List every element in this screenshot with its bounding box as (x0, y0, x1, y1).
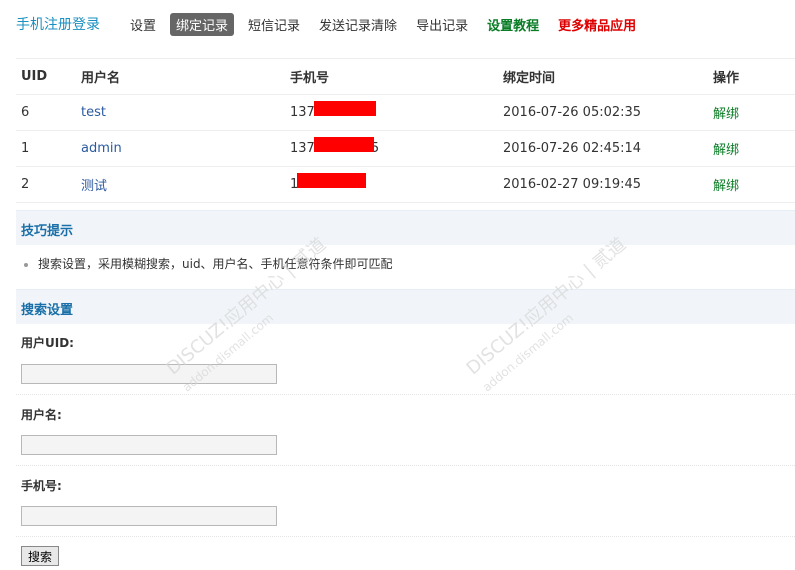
cell-phone: 137 5 (285, 130, 498, 167)
username-input[interactable] (21, 435, 277, 455)
tab-bind-records[interactable]: 绑定记录 (170, 12, 235, 36)
uid-label: 用户UID: (21, 336, 74, 350)
cell-uid: 6 (16, 94, 76, 131)
tab-more-apps[interactable]: 更多精品应用 (553, 13, 641, 36)
cell-action: 解绑 (708, 94, 795, 131)
column-header-action: 操作 (708, 58, 795, 95)
unbind-link[interactable]: 解绑 (713, 107, 739, 122)
uid-input[interactable] (21, 364, 277, 384)
unbind-link[interactable]: 解绑 (713, 179, 739, 194)
divider (16, 394, 795, 395)
phone-prefix: 137 (290, 141, 315, 156)
tab-export-records[interactable]: 导出记录 (411, 13, 473, 36)
unbind-link[interactable]: 解绑 (713, 143, 739, 158)
cell-bind-time: 2016-07-26 02:45:14 (498, 130, 708, 167)
username-label: 用户名: (21, 408, 62, 422)
app-title: 手机注册登录 (16, 17, 100, 33)
search-title: 搜索设置 (21, 303, 74, 318)
column-header-uid: UID (16, 58, 76, 95)
search-button[interactable]: 搜索 (21, 546, 60, 566)
cell-username: admin (76, 130, 285, 167)
tip-item: 搜索设置，采用模糊搜索，uid、用户名、手机任意符条件即可匹配 (24, 255, 393, 272)
phone-number: 137 5 (290, 137, 379, 156)
cell-bind-time: 2016-07-26 05:02:35 (498, 94, 708, 131)
cell-action: 解绑 (708, 166, 795, 203)
tab-settings[interactable]: 设置 (125, 13, 161, 36)
redaction-mask (297, 173, 366, 188)
phone-input[interactable] (21, 506, 277, 526)
column-header-phone: 手机号 (285, 58, 498, 95)
phone-label: 手机号: (21, 479, 62, 493)
table-row: 1 admin 137 5 2016-07-26 02:45:14 解绑 (16, 130, 795, 167)
phone-number: 137 (290, 101, 376, 120)
phone-number: 1 (290, 173, 366, 192)
table-header-row: UID 用户名 手机号 绑定时间 操作 (16, 58, 795, 95)
tip-text: 搜索设置，采用模糊搜索，uid、用户名、手机任意符条件即可匹配 (38, 257, 393, 271)
cell-uid: 1 (16, 130, 76, 167)
tab-sms-records[interactable]: 短信记录 (243, 13, 305, 36)
tab-setup-tutorial[interactable]: 设置教程 (482, 13, 544, 36)
cell-phone: 137 (285, 94, 498, 131)
top-navigation: 手机注册登录 设置 绑定记录 短信记录 发送记录清除 导出记录 设置教程 更多精… (0, 0, 795, 46)
cell-action: 解绑 (708, 130, 795, 167)
redaction-mask (314, 137, 374, 152)
cell-username: 测试 (76, 166, 285, 203)
table-row: 2 测试 1 2016-02-27 09:19:45 解绑 (16, 166, 795, 203)
username-link[interactable]: 测试 (81, 179, 107, 194)
divider (16, 465, 795, 466)
cell-uid: 2 (16, 166, 76, 203)
table-row: 6 test 137 2016-07-26 05:02:35 解绑 (16, 94, 795, 131)
username-link[interactable]: test (81, 105, 106, 120)
nav-tabs: 设置 绑定记录 短信记录 发送记录清除 导出记录 设置教程 更多精品应用 (125, 12, 650, 36)
redaction-mask (314, 101, 376, 116)
column-header-bind-time: 绑定时间 (498, 58, 708, 95)
bind-records-table: UID 用户名 手机号 绑定时间 操作 6 test 137 2016-07-2… (16, 58, 795, 203)
tab-clear-send-records[interactable]: 发送记录清除 (314, 13, 402, 36)
cell-username: test (76, 94, 285, 131)
column-header-username: 用户名 (76, 58, 285, 95)
phone-prefix: 137 (290, 105, 315, 120)
cell-bind-time: 2016-02-27 09:19:45 (498, 166, 708, 203)
username-link[interactable]: admin (81, 141, 122, 156)
cell-phone: 1 (285, 166, 498, 203)
divider (16, 536, 795, 537)
tips-section-header: 技巧提示 (16, 210, 795, 245)
bullet-icon (24, 262, 28, 267)
search-section-header: 搜索设置 (16, 289, 795, 324)
tips-title: 技巧提示 (21, 224, 74, 239)
